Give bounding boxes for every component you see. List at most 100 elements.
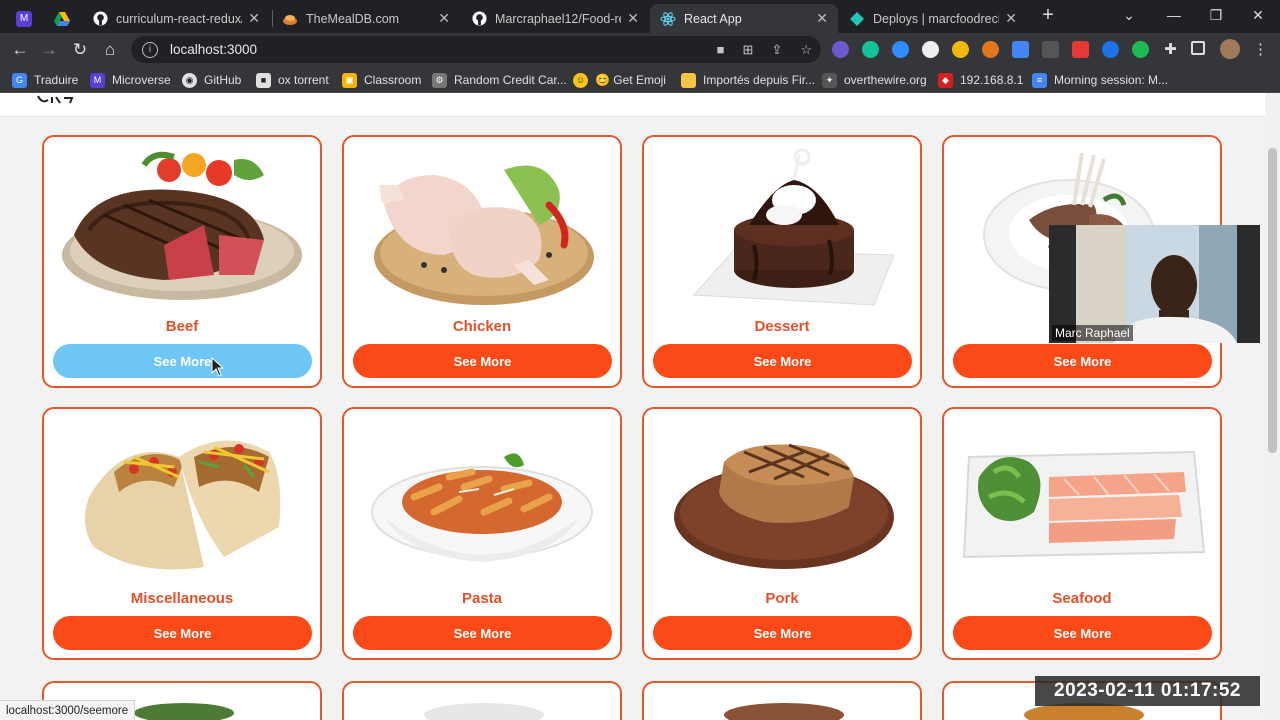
metamask-icon[interactable] [982, 41, 999, 58]
mealdb-icon [282, 11, 298, 27]
extension-icon[interactable] [832, 41, 849, 58]
puzzle-icon[interactable]: ✚ [1162, 41, 1179, 58]
new-tab-button[interactable]: + [1027, 0, 1069, 30]
bookmark-item[interactable]: G Traduire [12, 70, 78, 90]
bookmarks-bar: G Traduire M Microverse ◉ GitHub ■ ox torren… [0, 66, 1280, 93]
github-icon: ◉ [182, 72, 197, 88]
bookmark-item[interactable]: ▣ Classroom [342, 70, 421, 90]
grammarly-icon[interactable] [862, 41, 879, 58]
tab-mealdb[interactable]: TheMealDB.com ✕ [272, 4, 460, 33]
extension-icon[interactable] [1102, 41, 1119, 58]
extension-icon[interactable] [1132, 41, 1149, 58]
menu-icon[interactable]: ⋮ [1253, 41, 1270, 58]
microverse-icon: M [16, 10, 32, 27]
url-text[interactable]: localhost:3000 [170, 42, 708, 57]
bookmark-star-icon[interactable]: ☆ [800, 42, 812, 58]
see-more-button[interactable]: See More [953, 344, 1212, 378]
category-name: Pasta [461, 590, 503, 607]
bookmark-item[interactable]: ◉ GitHub [182, 70, 241, 90]
tab-food-recipe-repo[interactable]: Marcraphael12/Food-reci ✕ [461, 4, 649, 33]
zoom-icon[interactable] [892, 41, 909, 58]
router-icon: ◆ [938, 72, 953, 88]
close-icon[interactable]: ✕ [627, 10, 639, 27]
participant-name: Marc Raphael [1052, 325, 1133, 341]
page-viewport: Beef See More Chicken See More Dessert S… [0, 93, 1280, 720]
netlify-icon [849, 11, 865, 27]
tab-curriculum[interactable]: curriculum-react-redux/re ✕ [82, 4, 270, 33]
close-icon[interactable]: ✕ [248, 10, 260, 27]
minimize-button[interactable]: — [1152, 0, 1196, 30]
translate-extension-icon[interactable] [1012, 41, 1029, 58]
folder-icon [681, 72, 696, 88]
page-scrollbar[interactable] [1265, 93, 1280, 720]
category-card-partial [342, 681, 622, 720]
see-more-button[interactable]: See More [53, 616, 312, 650]
site-info-icon[interactable]: i [142, 41, 158, 58]
tab-microverse[interactable]: M [6, 4, 42, 33]
pasta-image [371, 453, 593, 562]
see-more-button[interactable]: See More [653, 344, 912, 378]
side-panel-icon[interactable] [1191, 41, 1205, 55]
overthewire-icon: ✦ [822, 72, 837, 88]
category-name: Dessert [754, 318, 810, 335]
bookmark-item[interactable]: ■ ox torrent [256, 70, 329, 90]
scrollbar-thumb[interactable] [1268, 148, 1277, 453]
tab-drive[interactable] [44, 4, 80, 33]
category-card-dessert: Dessert See More [642, 135, 922, 388]
bookmark-item[interactable]: ✦ overthewire.org [822, 70, 927, 90]
binance-icon[interactable] [952, 41, 969, 58]
maximize-button[interactable]: ❐ [1194, 0, 1238, 30]
dessert-image [692, 148, 895, 306]
bookmark-item[interactable]: M Microverse [90, 70, 171, 90]
close-icon[interactable]: ✕ [1005, 10, 1017, 27]
link-status-bubble: localhost:3000/seemore [0, 700, 136, 720]
close-icon[interactable]: ✕ [438, 10, 450, 27]
see-more-button[interactable]: See More [353, 344, 612, 378]
see-more-button[interactable]: See More [953, 616, 1212, 650]
close-icon[interactable]: ✕ [816, 10, 828, 27]
bookmark-item[interactable]: ⚙ Random Credit Car... [432, 70, 567, 90]
see-more-button[interactable]: See More [53, 344, 312, 378]
site-logo[interactable] [36, 93, 80, 105]
home-icon[interactable]: ⌂ [98, 38, 122, 62]
google-drive-icon [54, 11, 70, 27]
seafood-image [962, 450, 1206, 559]
profile-avatar[interactable] [1220, 39, 1240, 59]
category-card-pork: Pork See More [642, 407, 922, 660]
back-icon[interactable]: ← [8, 38, 32, 62]
tab-search-icon[interactable]: ⌄ [1107, 0, 1151, 30]
webcam-overlay: Marc Raphael [1049, 225, 1260, 343]
camera-icon[interactable]: ■ [717, 42, 725, 57]
bookmark-item[interactable]: ☺ 😊 Get Emoji [573, 70, 666, 90]
tacos-image [85, 440, 281, 570]
recording-timestamp: 2023-02-11 01:17:52 [1035, 676, 1260, 706]
extension-icon[interactable] [1072, 41, 1089, 58]
extension-icon[interactable] [922, 41, 939, 58]
category-name: Beef [165, 318, 199, 335]
reload-icon[interactable]: ↻ [68, 38, 92, 62]
bookmark-item[interactable]: ◆ 192.168.8.1 [938, 70, 1023, 90]
address-bar[interactable]: i localhost:3000 ■ ⊞ ⇪ ☆ [131, 36, 821, 63]
category-card-pasta: Pasta See More [342, 407, 622, 660]
emoji-icon: ☺ [573, 72, 588, 88]
extension-icon[interactable] [1042, 41, 1059, 58]
bookmark-folder[interactable]: Importés depuis Fir... [681, 70, 815, 90]
forward-icon[interactable]: → [37, 38, 61, 62]
chicken-image [374, 165, 594, 305]
category-card-chicken: Chicken See More [342, 135, 622, 388]
see-more-button[interactable]: See More [653, 616, 912, 650]
category-card-seafood: Seafood See More [942, 407, 1222, 660]
pork-image [674, 443, 894, 569]
github-icon [92, 11, 108, 27]
close-window-button[interactable]: ✕ [1236, 0, 1280, 30]
bookmark-item[interactable]: ≡ Morning session: M... [1032, 70, 1168, 90]
tab-react-app[interactable]: React App ✕ [650, 4, 838, 33]
react-icon [660, 11, 676, 27]
translate-icon[interactable]: ⊞ [743, 42, 754, 58]
classroom-icon: ▣ [342, 72, 357, 88]
category-card-beef: Beef See More [42, 135, 322, 388]
tab-deploys[interactable]: Deploys | marcfoodrecipe ✕ [839, 4, 1027, 33]
share-icon[interactable]: ⇪ [771, 42, 782, 58]
microverse-icon: M [90, 72, 105, 88]
see-more-button[interactable]: See More [353, 616, 612, 650]
